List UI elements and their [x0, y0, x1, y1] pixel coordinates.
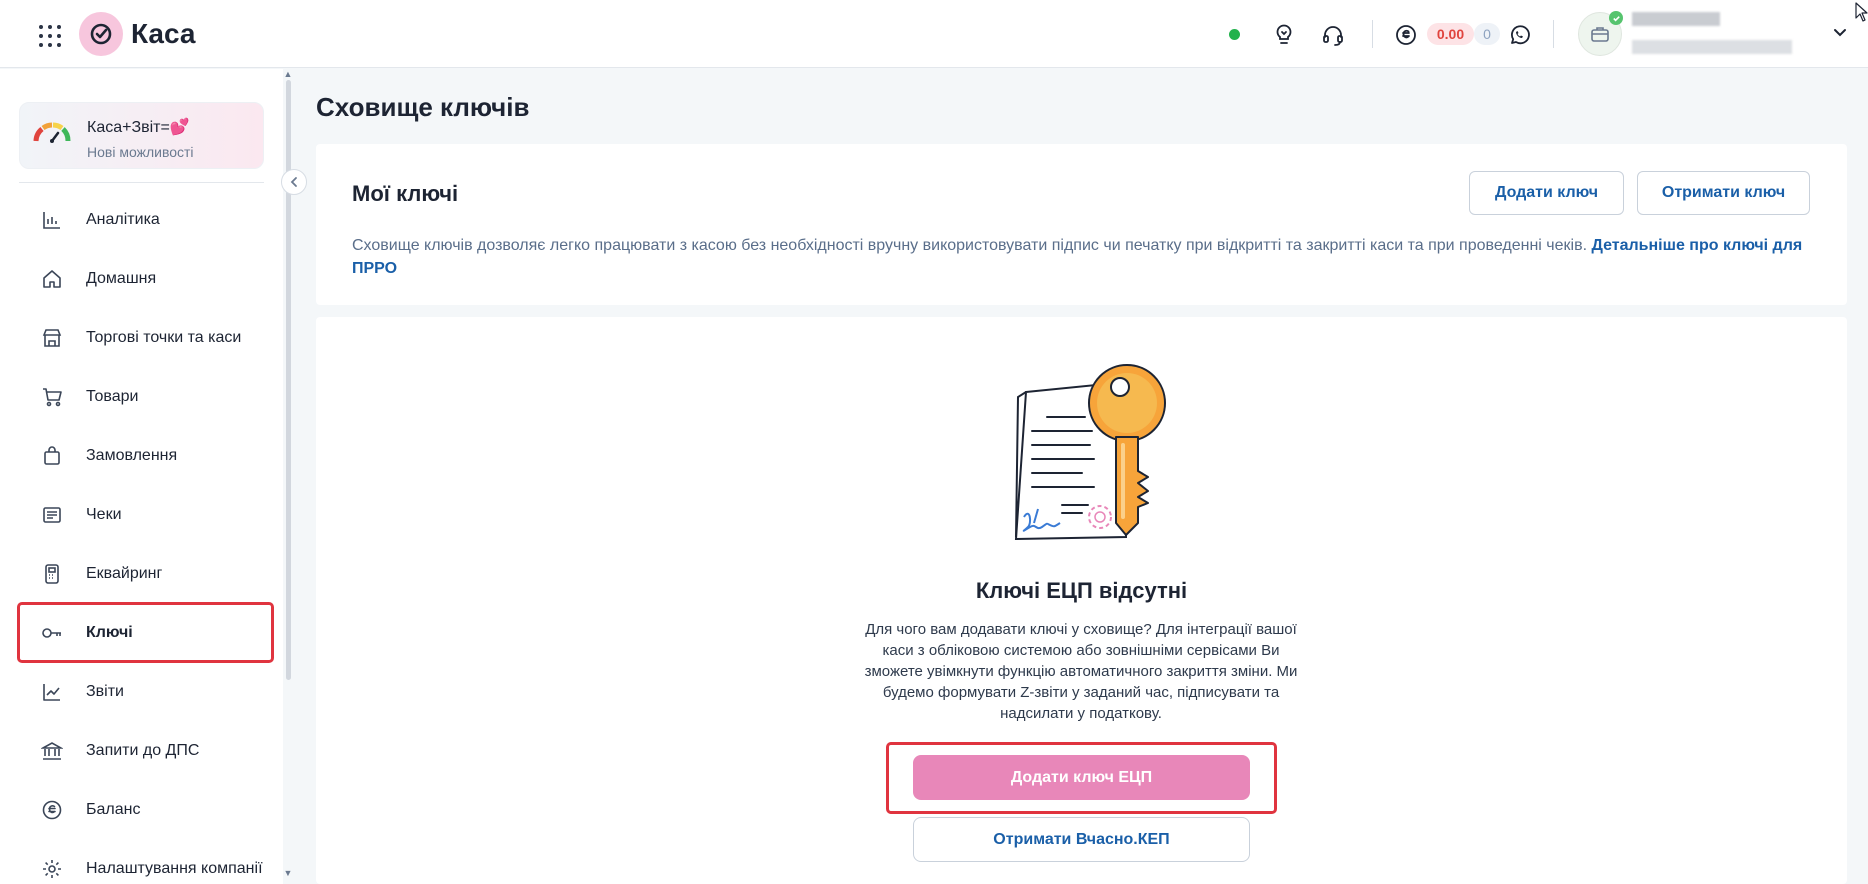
sidebar-item-tax-requests[interactable]: Запити до ДПС: [19, 723, 272, 779]
sidebar-item-label: Еквайринг: [86, 565, 163, 582]
get-key-button[interactable]: Отримати ключ: [1637, 171, 1810, 215]
sidebar-item-stores[interactable]: Торгові точки та каси: [19, 310, 272, 366]
promo-subtitle: Нові можливості: [87, 144, 194, 160]
sidebar-item-label: Баланс: [86, 801, 141, 818]
speedometer-icon: [33, 121, 71, 148]
company-id-redacted: [1632, 40, 1792, 54]
add-key-button[interactable]: Додати ключ: [1469, 171, 1624, 215]
home-icon: [43, 270, 61, 288]
company-name-redacted: [1632, 12, 1720, 26]
kasa-logo-icon[interactable]: [79, 12, 123, 56]
online-status-icon: [1229, 29, 1240, 40]
whatsapp-icon[interactable]: [1506, 22, 1532, 48]
empty-state-title: Ключі ЕЦП відсутні: [975, 578, 1188, 603]
document-key-illustration: [1004, 357, 1174, 562]
header-divider: [1553, 20, 1554, 48]
promo-banner[interactable]: Каса+Звіт=💕 Нові можливості: [19, 102, 264, 169]
sidebar-item-label: Звіти: [86, 683, 124, 700]
balance-count-badge[interactable]: 0: [1474, 23, 1500, 45]
terminal-icon: [45, 564, 59, 584]
key-icon: [42, 628, 61, 638]
settings-icon: [43, 860, 61, 878]
sidebar-item-label: Аналітика: [86, 211, 160, 228]
empty-state-description: Для чого вам додавати ключі у сховище? Д…: [864, 621, 1298, 722]
sidebar-item-acquiring[interactable]: Еквайринг: [19, 546, 272, 602]
chevron-down-icon[interactable]: [1832, 24, 1848, 45]
sidebar-item-receipts[interactable]: Чеки: [19, 487, 272, 543]
cart-icon: [43, 388, 62, 407]
bank-icon: [41, 742, 63, 760]
empty-state-card: Ключі ЕЦП відсутні Для чого вам додавати…: [316, 317, 1847, 884]
my-keys-description: Сховище ключів дозволяє легко працювати …: [352, 234, 1822, 280]
collapse-sidebar-button[interactable]: [281, 169, 307, 195]
page-title: Сховище ключів: [316, 92, 530, 122]
lightbulb-icon[interactable]: [1271, 22, 1297, 48]
my-keys-card: Мої ключі Додати ключ Отримати ключ Схов…: [316, 144, 1847, 305]
balance-amount-badge[interactable]: 0.00: [1427, 23, 1474, 45]
sidebar-item-keys[interactable]: Ключі: [17, 602, 274, 663]
promo-title: Каса+Звіт=💕: [87, 119, 190, 136]
analytics-icon: [43, 212, 60, 229]
sidebar-item-analytics[interactable]: Аналітика: [19, 192, 272, 248]
top-header: Каса 0.00 0: [0, 0, 1868, 68]
sidebar-item-label: Запити до ДПС: [86, 742, 200, 759]
verified-check-icon: [1609, 11, 1623, 25]
sidebar-item-orders[interactable]: Замовлення: [19, 428, 272, 484]
store-icon: [42, 329, 62, 347]
mouse-cursor-icon: [1855, 2, 1868, 27]
header-divider: [1372, 20, 1373, 48]
chart-icon: [43, 684, 60, 701]
get-kep-button[interactable]: Отримати Вчасно.КЕП: [913, 817, 1250, 862]
sidebar-item-label: Домашня: [86, 270, 157, 287]
my-keys-title: Мої ключі: [352, 181, 459, 206]
sidebar-item-reports[interactable]: Звіти: [19, 664, 272, 720]
chevron-left-icon: [290, 177, 297, 187]
sidebar: Каса+Звіт=💕 Нові можливості Аналітика До…: [0, 69, 283, 884]
headset-icon[interactable]: [1320, 22, 1346, 48]
app-name[interactable]: Каса: [131, 18, 196, 50]
bag-icon: [44, 446, 60, 465]
scroll-down-icon[interactable]: ▼: [283, 868, 293, 878]
add-ecp-key-button[interactable]: Додати ключ ЕЦП: [913, 755, 1250, 800]
receipt-icon: [43, 507, 61, 523]
sidebar-item-label: Налаштування компанії: [86, 860, 263, 877]
apps-grid-icon[interactable]: [36, 22, 61, 47]
sidebar-item-company-settings[interactable]: Налаштування компанії: [19, 841, 272, 884]
divider: [19, 182, 264, 183]
sidebar-item-label: Товари: [86, 388, 139, 405]
scroll-up-icon[interactable]: ▲: [283, 69, 293, 79]
sidebar-item-label: Ключі: [86, 623, 133, 641]
sidebar-item-label: Чеки: [86, 506, 122, 523]
currency-icon[interactable]: [1393, 22, 1419, 48]
sidebar-item-products[interactable]: Товари: [19, 369, 272, 425]
sidebar-item-label: Замовлення: [86, 447, 178, 464]
description-text: Сховище ключів дозволяє легко працювати …: [352, 237, 1588, 254]
balance-icon: [42, 800, 62, 820]
sidebar-item-balance[interactable]: Баланс: [19, 782, 272, 838]
sidebar-item-label: Торгові точки та каси: [86, 329, 242, 346]
sidebar-item-home[interactable]: Домашня: [19, 251, 272, 307]
